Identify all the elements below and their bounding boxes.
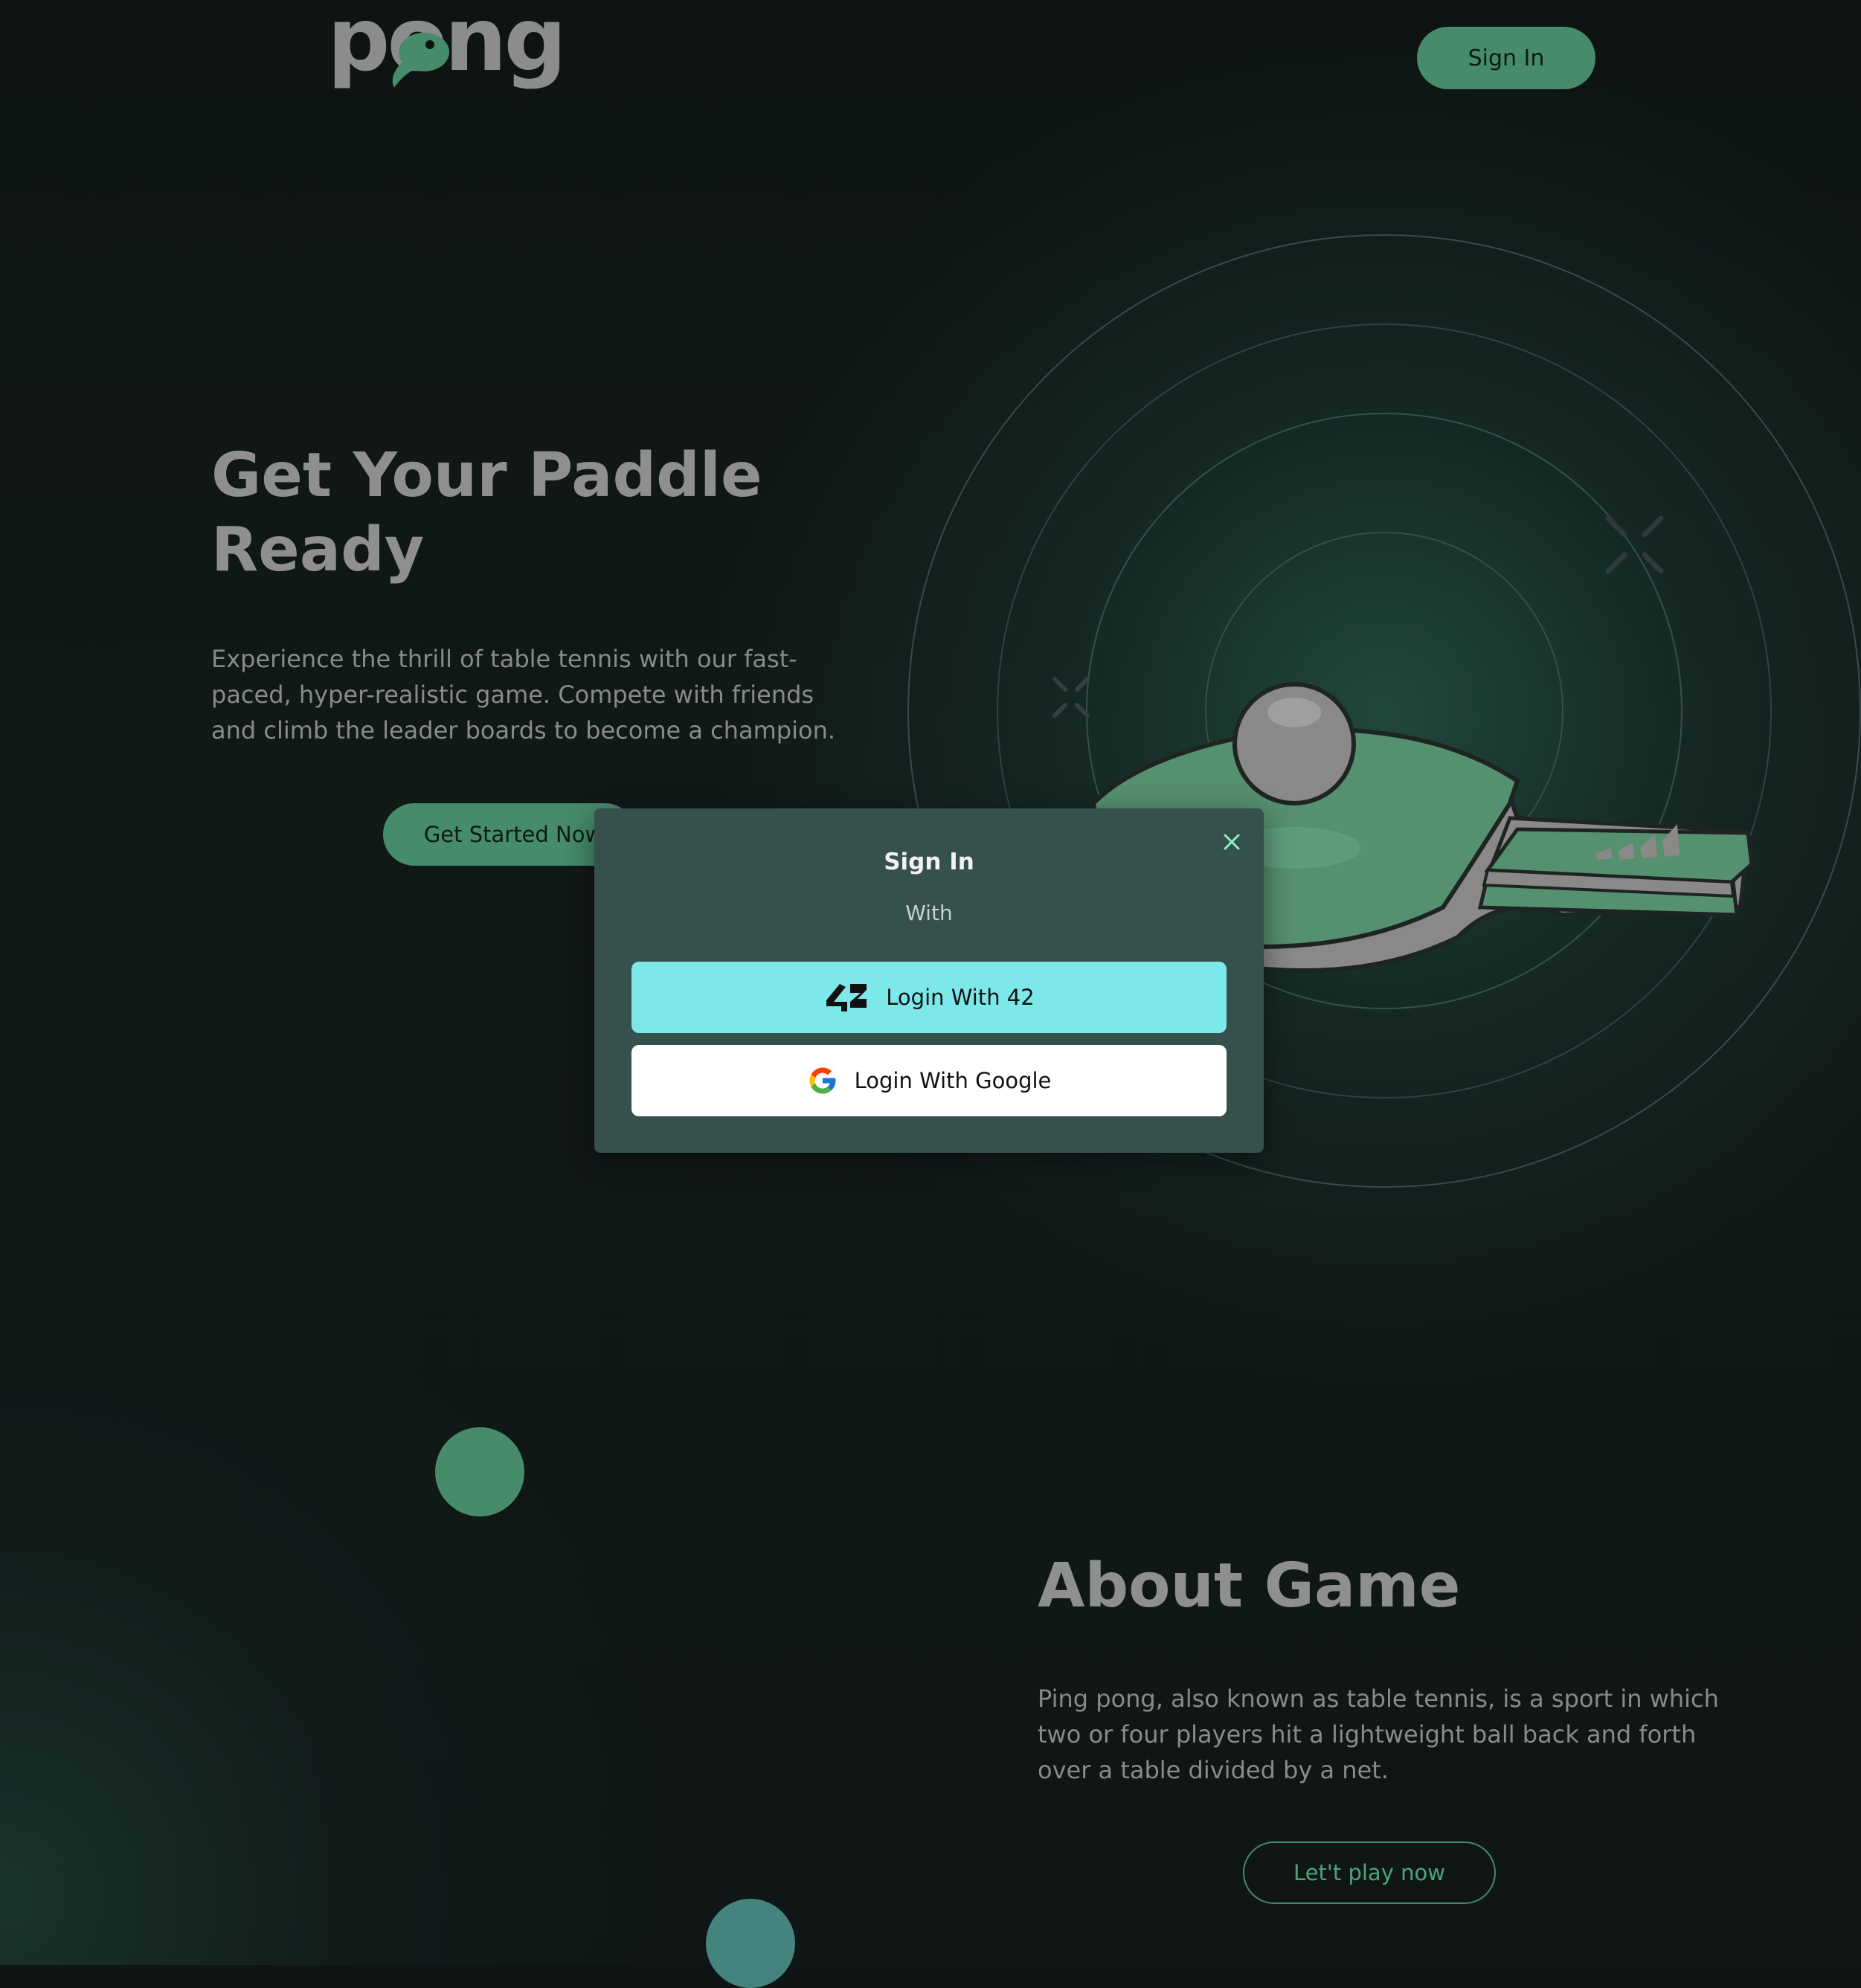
header-sign-in-button[interactable]: Sign In xyxy=(1417,27,1595,89)
modal-title: Sign In xyxy=(884,849,974,875)
login-42-label: Login With 42 xyxy=(886,985,1035,1010)
about-title: About Game xyxy=(1038,1551,1461,1621)
login-google-label: Login With Google xyxy=(854,1068,1052,1093)
hero-title: Get Your Paddle Ready xyxy=(211,440,762,585)
sign-in-modal: Sign In With Login With 42 Login With Go… xyxy=(594,808,1264,1153)
42-logo-icon xyxy=(826,984,867,1011)
decorative-ball xyxy=(706,1899,795,1988)
about-description: Ping pong, also known as table tennis, i… xyxy=(1038,1685,1719,1784)
google-logo-icon xyxy=(809,1067,836,1094)
pong-logo[interactable]: pong xyxy=(327,0,567,89)
hero-description: Experience the thrill of table tennis wi… xyxy=(211,645,836,744)
play-now-button[interactable]: Let't play now xyxy=(1243,1841,1496,1904)
login-google-button[interactable]: Login With Google xyxy=(631,1045,1227,1116)
logo-ball-icon xyxy=(392,33,449,88)
login-42-button[interactable]: Login With 42 xyxy=(631,962,1227,1033)
decorative-ball xyxy=(435,1427,524,1516)
sparkle-icon xyxy=(1605,515,1664,574)
modal-subtitle: With xyxy=(905,901,953,925)
